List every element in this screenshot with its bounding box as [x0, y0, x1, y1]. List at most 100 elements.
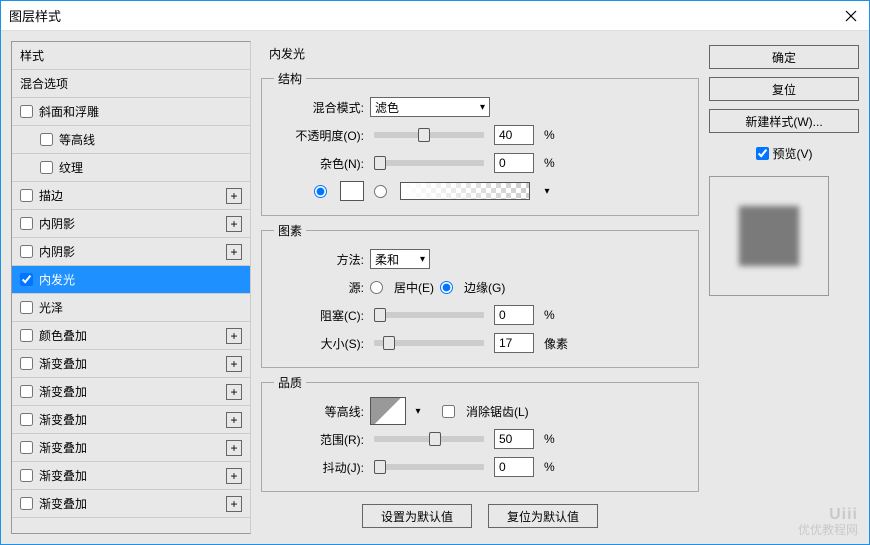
sidebar-item-checkbox[interactable]	[20, 105, 33, 118]
add-effect-icon[interactable]: +	[226, 412, 242, 428]
style-list: 样式 混合选项 斜面和浮雕等高线纹理描边+内阴影+内阴影+内发光光泽颜色叠加+渐…	[11, 41, 251, 534]
sidebar-item-checkbox[interactable]	[20, 189, 33, 202]
sidebar-item-checkbox[interactable]	[20, 245, 33, 258]
color-swatch[interactable]	[340, 181, 364, 201]
opacity-label: 不透明度(O):	[274, 127, 364, 144]
add-effect-icon[interactable]: +	[226, 244, 242, 260]
noise-slider[interactable]	[374, 160, 484, 166]
chevron-down-icon: ▾	[420, 254, 425, 265]
chevron-down-icon[interactable]: ▾	[540, 186, 554, 197]
noise-input[interactable]: 0	[494, 153, 534, 173]
add-effect-icon[interactable]: +	[226, 468, 242, 484]
preview-box	[709, 176, 829, 296]
window-title: 图层样式	[9, 6, 841, 25]
add-effect-icon[interactable]: +	[226, 328, 242, 344]
sidebar-blend-label: 混合选项	[20, 75, 68, 92]
contour-picker[interactable]	[370, 397, 406, 425]
sidebar-item-checkbox[interactable]	[20, 413, 33, 426]
method-combo[interactable]: 柔和 ▾	[370, 249, 430, 269]
sidebar-item-label: 等高线	[59, 131, 95, 148]
preview-swatch	[739, 206, 799, 266]
sidebar-item[interactable]: 内发光	[12, 266, 250, 294]
sidebar-item-label: 内阴影	[39, 243, 75, 260]
sidebar-item-checkbox[interactable]	[20, 273, 33, 286]
size-label: 大小(S):	[274, 335, 364, 352]
sidebar-item-checkbox[interactable]	[20, 497, 33, 510]
sidebar-item-label: 斜面和浮雕	[39, 103, 99, 120]
sidebar-item-checkbox[interactable]	[40, 161, 53, 174]
sidebar-item-label: 渐变叠加	[39, 411, 87, 428]
sidebar-item-checkbox[interactable]	[20, 301, 33, 314]
sidebar-item[interactable]: 内阴影+	[12, 210, 250, 238]
sidebar-header: 样式	[12, 42, 250, 70]
sidebar-item[interactable]: 渐变叠加 +	[12, 434, 250, 462]
close-icon[interactable]	[841, 6, 861, 26]
sidebar-item-checkbox[interactable]	[40, 133, 53, 146]
sidebar-item-checkbox[interactable]	[20, 441, 33, 454]
sidebar-item-checkbox[interactable]	[20, 357, 33, 370]
sidebar-item-checkbox[interactable]	[20, 385, 33, 398]
cancel-button[interactable]: 复位	[709, 77, 859, 101]
sidebar-item[interactable]: 纹理	[12, 154, 250, 182]
size-input[interactable]: 17	[494, 333, 534, 353]
new-style-button[interactable]: 新建样式(W)...	[709, 109, 859, 133]
sidebar-item[interactable]: 描边+	[12, 182, 250, 210]
jitter-input[interactable]: 0	[494, 457, 534, 477]
opacity-input[interactable]: 40	[494, 125, 534, 145]
size-unit: 像素	[544, 335, 568, 352]
reset-default-button[interactable]: 复位为默认值	[488, 504, 598, 528]
add-effect-icon[interactable]: +	[226, 216, 242, 232]
sidebar-item[interactable]: 内阴影 +	[12, 238, 250, 266]
opacity-unit: %	[544, 128, 555, 142]
add-effect-icon[interactable]: +	[226, 188, 242, 204]
sidebar-item[interactable]: 光泽	[12, 294, 250, 322]
method-value: 柔和	[375, 251, 399, 268]
sidebar-item-label: 渐变叠加	[39, 439, 87, 456]
range-input[interactable]: 50	[494, 429, 534, 449]
noise-label: 杂色(N):	[274, 155, 364, 172]
sidebar-item-checkbox[interactable]	[20, 469, 33, 482]
add-effect-icon[interactable]: +	[226, 384, 242, 400]
sidebar-item[interactable]: 等高线	[12, 126, 250, 154]
jitter-unit: %	[544, 460, 555, 474]
quality-group: 品质 等高线: ▾ 消除锯齿(L) 范围(R): 50 % 抖动(J): 0	[261, 374, 699, 492]
add-effect-icon[interactable]: +	[226, 356, 242, 372]
gradient-picker[interactable]	[400, 182, 530, 200]
source-label: 源:	[274, 279, 364, 296]
chevron-down-icon[interactable]: ▾	[412, 406, 424, 417]
add-effect-icon[interactable]: +	[226, 496, 242, 512]
gradient-radio[interactable]	[374, 185, 390, 198]
size-slider[interactable]	[374, 340, 484, 346]
sidebar-blend-options[interactable]: 混合选项	[12, 70, 250, 98]
sidebar-item[interactable]: 渐变叠加 +	[12, 350, 250, 378]
jitter-slider[interactable]	[374, 464, 484, 470]
noise-unit: %	[544, 156, 555, 170]
source-edge-radio[interactable]: 边缘(G)	[440, 279, 505, 296]
make-default-button[interactable]: 设置为默认值	[362, 504, 472, 528]
range-slider[interactable]	[374, 436, 484, 442]
preview-checkbox[interactable]	[756, 147, 769, 160]
sidebar-item[interactable]: 渐变叠加+	[12, 490, 250, 518]
sidebar-item-checkbox[interactable]	[20, 329, 33, 342]
sidebar-item-label: 内发光	[39, 271, 75, 288]
add-effect-icon[interactable]: +	[226, 440, 242, 456]
sidebar-item-checkbox[interactable]	[20, 217, 33, 230]
antialias-checkbox[interactable]: 消除锯齿(L)	[442, 403, 529, 420]
sidebar-item[interactable]: 渐变叠加 +	[12, 406, 250, 434]
sidebar-item[interactable]: 斜面和浮雕	[12, 98, 250, 126]
sidebar-item[interactable]: 渐变叠加+	[12, 378, 250, 406]
opacity-slider[interactable]	[374, 132, 484, 138]
sidebar-item[interactable]: 颜色叠加+	[12, 322, 250, 350]
sidebar-item[interactable]: 渐变叠加 +	[12, 462, 250, 490]
structure-legend: 结构	[274, 70, 306, 87]
ok-button[interactable]: 确定	[709, 45, 859, 69]
sidebar-item-label: 光泽	[39, 299, 63, 316]
blend-mode-combo[interactable]: 滤色 ▾	[370, 97, 490, 117]
sidebar-item-label: 渐变叠加	[39, 355, 87, 372]
source-center-radio[interactable]: 居中(E)	[370, 279, 434, 296]
choke-input[interactable]: 0	[494, 305, 534, 325]
sidebar-item-label: 渐变叠加	[39, 467, 87, 484]
choke-slider[interactable]	[374, 312, 484, 318]
panel-title: 内发光	[269, 45, 699, 62]
color-radio[interactable]	[314, 185, 330, 198]
